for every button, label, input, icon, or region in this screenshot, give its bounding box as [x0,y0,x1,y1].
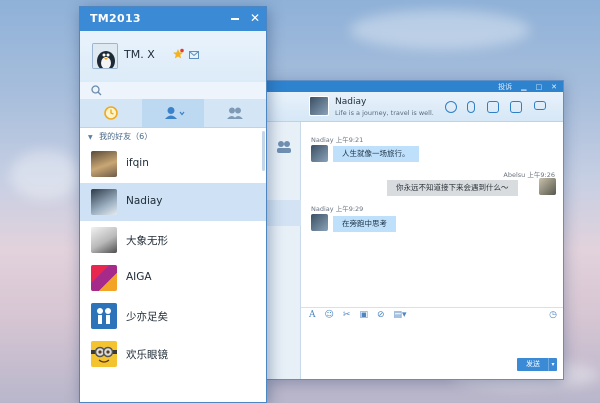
scissors-icon[interactable]: ✂ [343,310,351,320]
contact-name: 欢乐眼镜 [126,349,168,361]
chat-titlebar: 投诉 ▁ □ ✕ [267,81,563,92]
image-icon[interactable]: ▣ [359,310,368,320]
remote-assist-icon[interactable] [510,101,522,113]
minimize-icon[interactable] [231,18,239,20]
contact-name: ifqin [126,157,149,169]
send-button-label: 发送 [526,360,540,368]
profile-panel: TM. X [80,31,266,82]
main-titlebar: TM2013 ✕ [80,7,266,31]
user-avatar[interactable] [92,43,118,69]
chat-contact-signature: Life is a journey, travel is well. [335,109,434,117]
group-expand-icon[interactable]: ▼ [88,134,93,141]
message-bubble-incoming: 人生就像一场旅行。 [333,146,419,162]
friend-group-header[interactable]: ▼ 我的好友（6） [80,128,266,145]
search-bar[interactable] [80,82,266,99]
contact-avatar[interactable] [91,227,117,253]
contact-avatar[interactable] [309,96,329,116]
main-tabs [80,99,266,128]
sidebar-selected-item[interactable] [267,200,301,226]
group-label: 我的好友（6） [99,132,153,141]
app-title: TM2013 [90,12,141,25]
video-call-icon[interactable] [445,101,457,113]
font-icon[interactable]: A [309,310,316,320]
contact-name: AIGA [126,271,152,283]
user-name: TM. X [124,48,155,61]
contact-item[interactable]: 少亦足矣 [80,297,266,335]
chat-sidebar [267,122,301,379]
contact-item[interactable]: 欢乐眼镜 [80,335,266,373]
contact-avatar[interactable] [91,265,117,291]
input-toolbar: A ☺ ✂ ▣ ⊘ ▤▾ ◷ [301,307,563,321]
message-time: 上午9:29 [335,205,364,213]
message-sender: Abelsu [503,171,526,179]
tab-recent[interactable] [80,99,142,127]
message-sender: Nadiay [311,205,334,213]
message-meta: Nadiay 上午9:29 [311,203,363,213]
contact-item[interactable]: 大象无形 [80,221,266,259]
history-icon[interactable]: ◷ [549,310,557,320]
tab-contacts[interactable] [142,99,204,127]
contact-icon [165,107,185,119]
contact-name: Nadiay [126,195,163,207]
contact-name: 少亦足矣 [126,311,168,323]
complaint-link[interactable]: 投诉 [498,82,512,92]
emoji-icon[interactable]: ☺ [325,310,334,320]
file-transfer-icon[interactable] [487,101,499,113]
chat-window: 投诉 ▁ □ ✕ Nadiay Life is a journey, trave… [266,80,564,380]
minion-icon [91,346,117,363]
clock-icon [104,106,118,120]
chat-contact-name: Nadiay [335,97,367,107]
people-icon [97,308,111,324]
contact-avatar[interactable] [91,151,117,177]
group-icon [227,107,243,119]
contact-item[interactable]: AIGA [80,259,266,297]
send-button[interactable]: 发送 ▾ [517,358,557,371]
group-tab-icon[interactable] [267,134,301,160]
main-window: TM2013 ✕ TM. X ▼ 我的好友（6） ifqin Nadiay 大象… [79,6,267,403]
vip-star-icon[interactable] [172,48,184,60]
minimize-icon[interactable]: ▁ [521,83,526,91]
contact-name: 大象无形 [126,235,168,247]
contact-avatar[interactable] [91,189,117,215]
message-avatar[interactable] [311,145,328,162]
chat-header: Nadiay Life is a journey, travel is well… [267,92,563,122]
screen-share-icon[interactable] [534,101,546,110]
maximize-icon[interactable]: □ [536,83,543,91]
message-bubble-outgoing: 你永远不知道接下来会遇到什么～ [387,180,518,196]
background-cloud [10,150,80,200]
message-sender: Nadiay [311,136,334,144]
background-cloud [350,10,530,50]
message-bubble-incoming: 在旁跑中思考 [333,216,396,232]
search-icon[interactable] [91,85,102,96]
contact-item[interactable]: Nadiay [80,183,266,221]
contact-avatar[interactable] [91,341,117,367]
contact-item[interactable]: ifqin [80,145,266,183]
message-time: 上午9:21 [335,136,364,144]
contact-list-scrollbar[interactable] [262,131,265,171]
send-options-chevron-icon[interactable]: ▾ [548,358,557,371]
message-avatar[interactable] [539,178,556,195]
close-icon[interactable]: ✕ [551,83,557,91]
tab-groups[interactable] [204,99,266,127]
mail-icon[interactable] [189,51,199,59]
message-avatar[interactable] [311,214,328,231]
block-icon[interactable]: ⊘ [377,310,385,320]
contact-avatar[interactable] [91,303,117,329]
message-meta: Nadiay 上午9:21 [311,134,363,144]
folder-icon[interactable]: ▤▾ [394,310,407,320]
voice-call-icon[interactable] [467,101,475,113]
close-icon[interactable]: ✕ [250,11,260,25]
